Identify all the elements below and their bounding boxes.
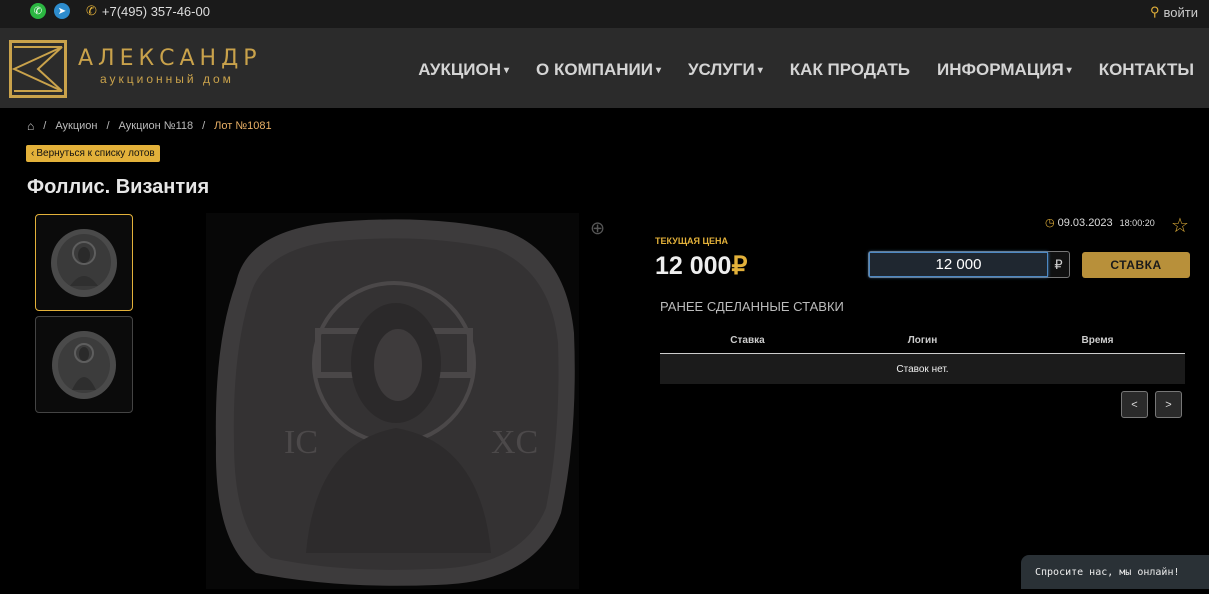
caret-down-icon: ▾ — [757, 65, 763, 77]
thumbnail-reverse[interactable] — [35, 316, 133, 413]
price-currency: ₽ — [731, 252, 748, 280]
caret-down-icon: ▾ — [655, 65, 661, 77]
bids-table-header: Ставка Логин Время — [660, 331, 1185, 354]
phone-link[interactable]: ✆ +7(495) 357-46-00 — [86, 3, 210, 19]
whatsapp-icon[interactable]: ✆ — [30, 3, 46, 19]
phone-icon: ✆ — [86, 3, 97, 18]
caret-down-icon: ▾ — [503, 65, 510, 77]
column-login: Логин — [907, 335, 938, 346]
auction-datetime: ◷ 09.03.2023 18:00:20 — [1045, 216, 1155, 230]
column-time: Время — [1081, 335, 1114, 346]
favorite-star-icon[interactable]: ☆ — [1171, 213, 1189, 238]
online-chat-widget[interactable]: Спросите нас, мы онлайн! — [1021, 555, 1209, 589]
nav-item-services[interactable]: УСЛУГИ ▾ — [688, 60, 763, 80]
clock-icon: ◷ — [1045, 217, 1055, 229]
breadcrumb: ⌂ / Аукцион / Аукцион №118 / Лот №1081 — [27, 119, 272, 133]
nav-menu: АУКЦИОН ▾ О КОМПАНИИ ▾ УСЛУГИ ▾ КАК ПРОДАТЬ… — [418, 60, 1194, 80]
login-label: войти — [1163, 4, 1198, 20]
breadcrumb-auction[interactable]: Аукцион — [55, 120, 97, 132]
nav-item-info[interactable]: ИНФОРМАЦИЯ ▾ — [937, 60, 1072, 80]
coin-main-image[interactable]: IC XC — [206, 213, 579, 589]
auction-time: 18:00:20 — [1119, 217, 1155, 228]
nav-item-auction[interactable]: АУКЦИОН ▾ — [418, 60, 509, 80]
contacts: ✆ ➤ ✆ +7(495) 357-46-00 — [30, 3, 210, 19]
price-value: 12 000 — [655, 252, 732, 280]
bid-currency: ₽ — [1054, 256, 1063, 272]
current-price-label: ТЕКУЩАЯ ЦЕНА — [655, 236, 729, 246]
thumbnail-obverse[interactable] — [35, 214, 133, 311]
phone-number: +7(495) 357-46-00 — [101, 3, 210, 19]
nav-item-about[interactable]: О КОМПАНИИ ▾ — [536, 60, 661, 80]
zoom-in-icon[interactable]: ⊕ — [590, 218, 605, 239]
lot-title: Фоллис. Византия — [27, 176, 210, 198]
brand-subtitle: аукционный дом — [100, 72, 234, 86]
chevron-left-icon: ‹ — [31, 148, 35, 159]
column-bid: Ставка — [730, 335, 765, 346]
logo-icon[interactable] — [9, 40, 67, 98]
back-to-lots-button[interactable]: ‹ Вернуться к списку лотов — [26, 145, 160, 162]
previous-bids-title: РАНЕЕ СДЕЛАННЫЕ СТАВКИ — [660, 299, 844, 314]
prev-page-button[interactable]: < — [1121, 391, 1148, 418]
top-bar: ✆ ➤ ✆ +7(495) 357-46-00 ⚲ войти — [0, 0, 1209, 28]
bids-empty-row: Ставок нет. — [660, 354, 1185, 384]
user-icon: ⚲ — [1150, 4, 1160, 19]
svg-text:XC: XC — [491, 424, 538, 461]
main-nav: АЛЕКСАНДР аукционный дом АУКЦИОН ▾ О КОМП… — [0, 28, 1209, 108]
svg-text:IC: IC — [284, 424, 318, 461]
bids-table: Ставка Логин Время Ставок нет. — [660, 331, 1185, 384]
brand-name: АЛЕКСАНДР — [78, 46, 262, 71]
caret-down-icon: ▾ — [1066, 65, 1072, 77]
nav-item-how-to-sell[interactable]: КАК ПРОДАТЬ — [790, 60, 910, 80]
breadcrumb-lot: Лот №1081 — [214, 120, 272, 132]
auction-date: 09.03.2023 — [1057, 216, 1113, 229]
telegram-icon[interactable]: ➤ — [54, 3, 70, 19]
bid-input[interactable] — [869, 252, 1048, 277]
home-icon[interactable]: ⌂ — [27, 119, 34, 133]
place-bid-button[interactable]: СТАВКА — [1082, 252, 1190, 278]
bid-field: ₽ — [868, 251, 1070, 278]
nav-item-contacts[interactable]: КОНТАКТЫ — [1099, 60, 1194, 80]
brand[interactable]: АЛЕКСАНДР аукционный дом — [78, 46, 262, 86]
breadcrumb-auction-118[interactable]: Аукцион №118 — [119, 120, 194, 132]
next-page-button[interactable]: > — [1155, 391, 1182, 418]
current-price: 12 000₽ — [655, 251, 747, 281]
login-link[interactable]: ⚲ войти — [1150, 4, 1198, 20]
